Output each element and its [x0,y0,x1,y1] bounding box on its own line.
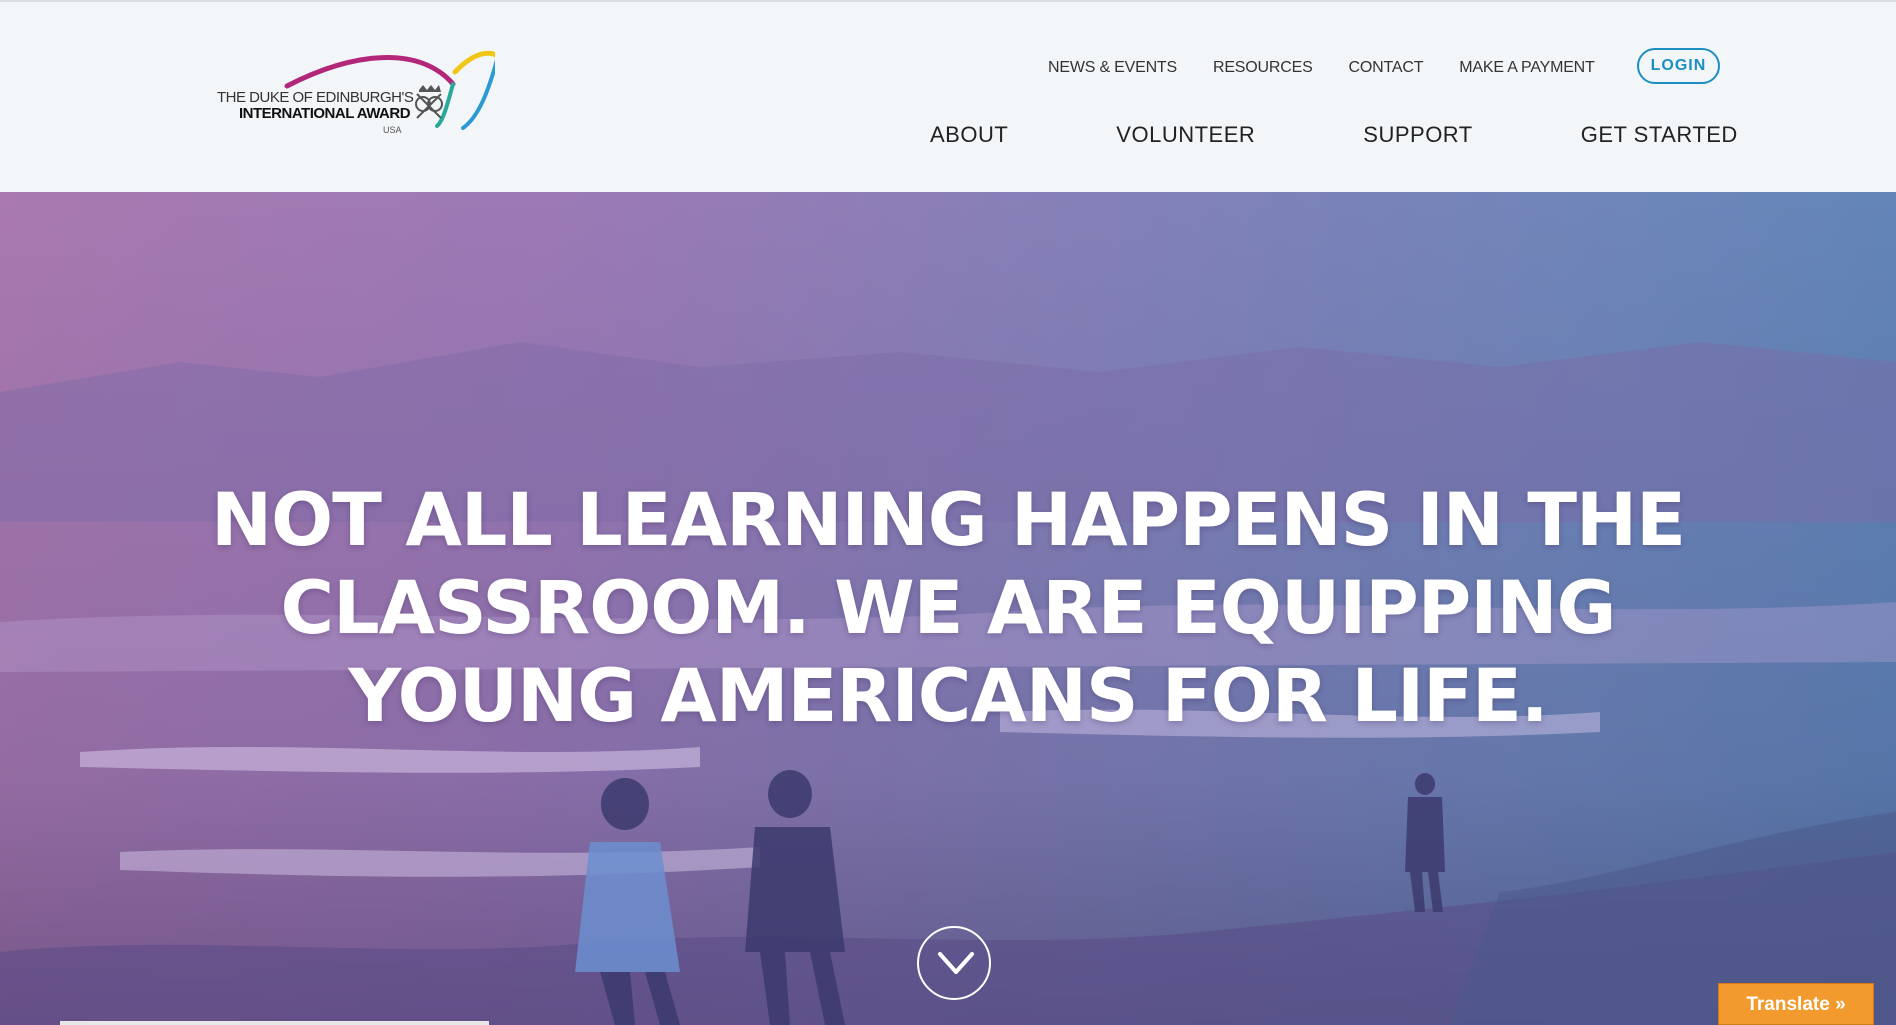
login-button[interactable]: LOGIN [1636,48,1721,84]
site-logo[interactable]: THE DUKE OF EDINBURGH'S INTERNATIONAL AW… [215,46,495,146]
nav-link-volunteer[interactable]: VOLUNTEER [1116,122,1255,148]
site-header: THE DUKE OF EDINBURGH'S INTERNATIONAL AW… [0,0,1896,192]
nav-link-support[interactable]: SUPPORT [1363,122,1472,148]
scroll-down-button[interactable] [917,926,991,1000]
hero-banner: NOT ALL LEARNING HAPPENS IN THE CLASSROO… [0,192,1896,1025]
translate-button[interactable]: Translate » [1718,983,1874,1025]
main-nav: ABOUT VOLUNTEER SUPPORT GET STARTED [930,122,1738,148]
logo-text-line2: INTERNATIONAL AWARD [239,105,411,122]
utility-nav: NEWS & EVENTS RESOURCES CONTACT MAKE A P… [1048,48,1721,84]
nav-link-news-events[interactable]: NEWS & EVENTS [1048,59,1177,77]
nav-link-get-started[interactable]: GET STARTED [1581,122,1738,148]
logo-text-line3: USA [383,125,402,135]
hero-headline: NOT ALL LEARNING HAPPENS IN THE CLASSROO… [210,478,1686,739]
nav-link-contact[interactable]: CONTACT [1349,59,1424,77]
nav-link-about[interactable]: ABOUT [930,122,1008,148]
logo-text-line1: THE DUKE OF EDINBURGH'S [217,89,414,106]
chevron-down-icon [938,952,974,974]
bottom-progress-bar [60,1021,489,1025]
nav-link-resources[interactable]: RESOURCES [1213,59,1313,77]
nav-link-make-payment[interactable]: MAKE A PAYMENT [1459,59,1595,77]
